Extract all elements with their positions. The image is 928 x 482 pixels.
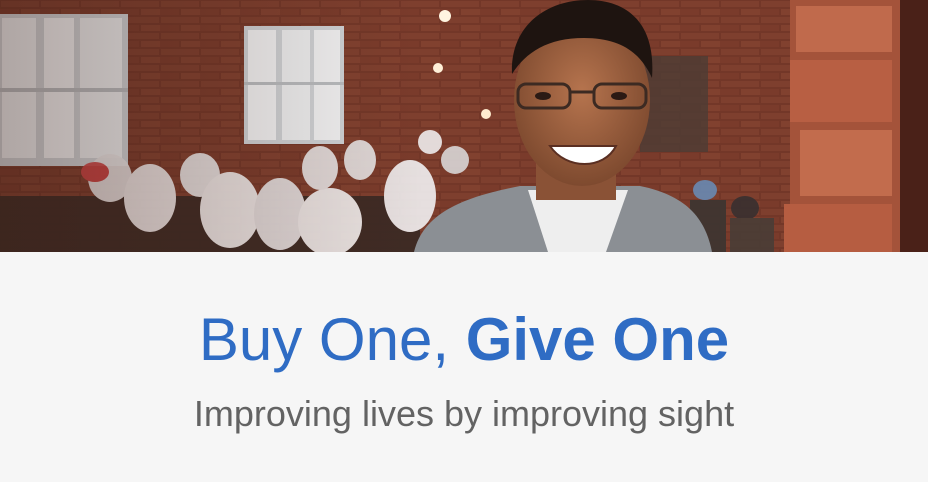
- headline: Buy One, Give One: [0, 304, 928, 376]
- banner: Buy One, Give One Improving lives by imp…: [0, 0, 928, 482]
- subheadline: Improving lives by improving sight: [193, 393, 735, 434]
- caption-area: Buy One, Give One Improving lives by imp…: [0, 252, 928, 482]
- headline-prefix: Buy One,: [198, 306, 466, 373]
- headline-emphasis: Give One: [465, 306, 730, 373]
- classroom-photo: [0, 0, 928, 252]
